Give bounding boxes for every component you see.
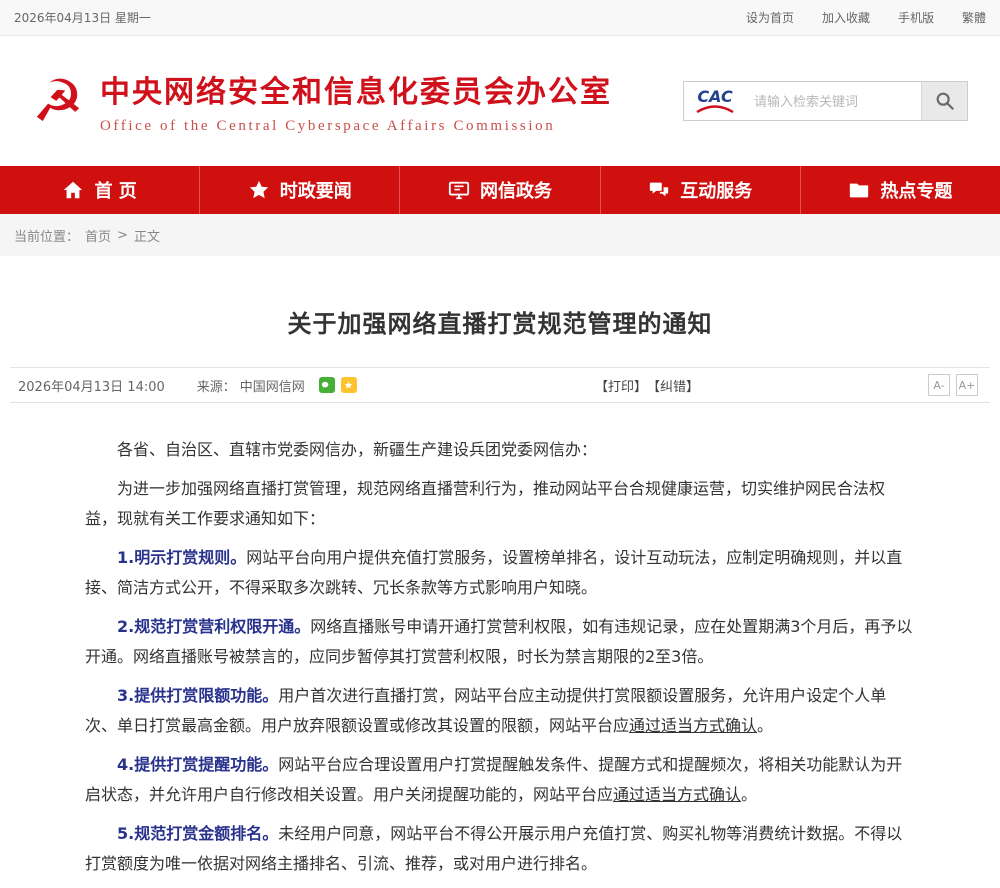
add-favorite-link[interactable]: 加入收藏 [822, 9, 870, 26]
source-label: 来源： [197, 376, 236, 395]
topbar-links: 设为首页 加入收藏 手机版 繁體 [746, 9, 986, 26]
article-paragraph: 为进一步加强网络直播打赏管理，规范网络直播营利行为，推动网站平台合规健康运营，切… [85, 474, 915, 534]
article-title: 关于加强网络直播打赏规范管理的通知 [0, 304, 1000, 339]
nav-item-label: 热点专题 [880, 177, 952, 203]
nav-item-home[interactable]: 首 页 [0, 166, 200, 214]
nav-item-interactive-services[interactable]: 互动服务 [601, 166, 801, 214]
breadcrumb-label: 当前位置： [14, 226, 79, 245]
breadcrumb-current: 正文 [134, 226, 160, 245]
main-navigation: 首 页 时政要闻 网信政务 互动服务 热点专题 [0, 166, 1000, 214]
wechat-share-icon[interactable] [319, 377, 335, 393]
font-smaller-button[interactable]: A- [928, 374, 950, 396]
paragraph-tail: 。 [757, 716, 773, 735]
paragraph-lead: 2.规范打赏营利权限开通。 [117, 617, 310, 636]
site-subtitle: Office of the Central Cyberspace Affairs… [100, 118, 612, 135]
paragraph-text: 各省、自治区、直辖市党委网信办，新疆生产建设兵团党委网信办： [117, 440, 597, 459]
qzone-share-icon[interactable] [341, 377, 357, 393]
home-icon [62, 179, 84, 201]
article-meta-row: 2026年04月13日 14:00 来源： 中国网信网 【打印】 【纠错】 A-… [10, 367, 990, 403]
site-title: 中央网络安全和信息化委员会办公室 [100, 67, 612, 111]
source-name: 中国网信网 [240, 376, 305, 395]
site-title-block: 中央网络安全和信息化委员会办公室 Office of the Central C… [100, 67, 612, 135]
paragraph-lead: 4.提供打赏提醒功能。 [117, 755, 278, 774]
cac-logo: CAC [684, 82, 746, 120]
share-icons [319, 377, 357, 393]
article-paragraph: 5.规范打赏金额排名。未经用户同意，网站平台不得公开展示用户充值打赏、购买礼物等… [85, 819, 915, 879]
font-larger-button[interactable]: A+ [956, 374, 978, 396]
cac-logo-text: CAC [697, 89, 732, 105]
star-icon [248, 179, 270, 201]
search-box: CAC [683, 81, 968, 121]
article-paragraph: 3.提供打赏限额功能。用户首次进行直播打赏，网站平台应主动提供打赏限额设置服务，… [85, 681, 915, 741]
mobile-version-link[interactable]: 手机版 [898, 9, 934, 26]
party-emblem-logo: ☭ [32, 72, 84, 130]
breadcrumb-separator: > [117, 228, 128, 243]
top-utility-bar: 2026年04月13日 星期一 设为首页 加入收藏 手机版 繁體 [0, 0, 1000, 36]
error-correction-button[interactable]: 【纠错】 [647, 376, 699, 395]
article-paragraph: 4.提供打赏提醒功能。网站平台应合理设置用户打赏提醒触发条件、提醒方式和提醒频次… [85, 750, 915, 810]
chat-icon [648, 179, 670, 201]
nav-item-label: 首 页 [94, 177, 136, 203]
cac-logo-swoosh [695, 105, 735, 114]
search-input[interactable] [746, 82, 921, 120]
paragraph-underline-text: 通过适当方式确认 [629, 716, 757, 735]
publish-datetime: 2026年04月13日 14:00 [18, 376, 165, 395]
folder-icon [848, 179, 870, 201]
article-body: 各省、自治区、直辖市党委网信办，新疆生产建设兵团党委网信办： 为进一步加强网络直… [0, 435, 1000, 879]
font-size-controls: A- A+ [928, 374, 978, 396]
article-paragraph: 2.规范打赏营利权限开通。网络直播账号申请开通打赏营利权限，如有违规记录，应在处… [85, 612, 915, 672]
print-correct-links: 【打印】 【纠错】 [595, 376, 699, 395]
article-container: 关于加强网络直播打赏规范管理的通知 2026年04月13日 14:00 来源： … [0, 304, 1000, 879]
paragraph-text: 为进一步加强网络直播打赏管理，规范网络直播营利行为，推动网站平台合规健康运营，切… [85, 479, 885, 528]
site-header: ☭ 中央网络安全和信息化委员会办公室 Office of the Central… [0, 36, 1000, 166]
paragraph-lead: 1.明示打赏规则。 [117, 548, 246, 567]
nav-item-hot-topics[interactable]: 热点专题 [801, 166, 1000, 214]
current-date: 2026年04月13日 星期一 [14, 9, 151, 26]
breadcrumb: 当前位置： 首页 > 正文 [0, 214, 1000, 256]
traditional-chinese-link[interactable]: 繁體 [962, 9, 986, 26]
paragraph-lead: 5.规范打赏金额排名。 [117, 824, 278, 843]
print-button[interactable]: 【打印】 [595, 376, 647, 395]
nav-item-label: 网信政务 [480, 177, 552, 203]
nav-item-cyberspace-affairs[interactable]: 网信政务 [400, 166, 600, 214]
paragraph-tail: 。 [741, 785, 757, 804]
set-homepage-link[interactable]: 设为首页 [746, 9, 794, 26]
search-icon [934, 90, 956, 112]
nav-item-politics-news[interactable]: 时政要闻 [200, 166, 400, 214]
breadcrumb-home-link[interactable]: 首页 [85, 226, 111, 245]
nav-item-label: 时政要闻 [280, 177, 352, 203]
paragraph-lead: 3.提供打赏限额功能。 [117, 686, 278, 705]
paragraph-underline-text: 通过适当方式确认 [613, 785, 741, 804]
article-paragraph: 1.明示打赏规则。网站平台向用户提供充值打赏服务，设置榜单排名，设计互动玩法，应… [85, 543, 915, 603]
monitor-icon [448, 179, 470, 201]
search-button[interactable] [921, 82, 967, 120]
nav-item-label: 互动服务 [680, 177, 752, 203]
article-paragraph: 各省、自治区、直辖市党委网信办，新疆生产建设兵团党委网信办： [85, 435, 915, 465]
